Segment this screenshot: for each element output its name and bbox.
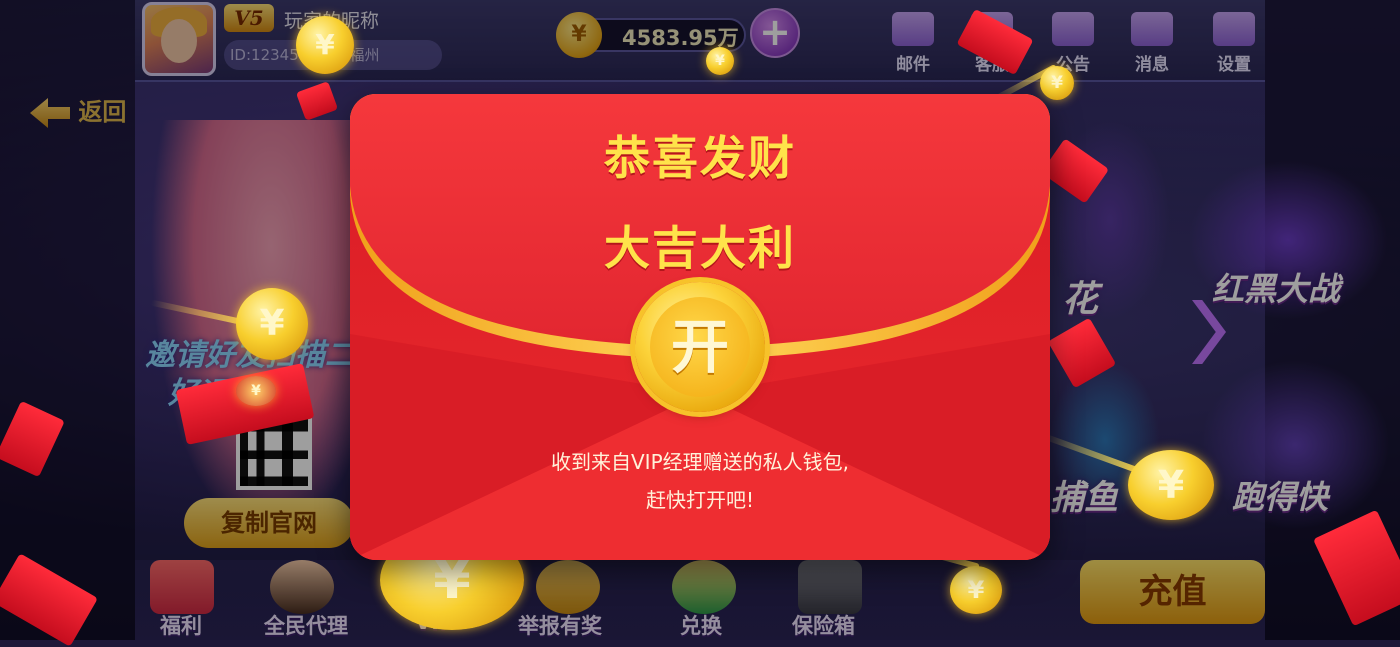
flying-coin: ¥ bbox=[236, 376, 276, 406]
flying-coin: ¥ bbox=[950, 566, 1002, 614]
envelope-title-line1: 恭喜发财 bbox=[604, 131, 796, 185]
flying-coin: ¥ bbox=[1128, 450, 1214, 520]
flying-coin: ¥ bbox=[236, 288, 308, 360]
red-envelope-modal: 恭喜发财 大吉大利 开 收到来自VIP经理赠送的私人钱包, 赶快打开吧! bbox=[350, 94, 1050, 560]
flying-coin: ¥ bbox=[706, 47, 734, 75]
envelope-message-line2: 赶快打开吧! bbox=[645, 488, 755, 512]
open-envelope-button[interactable]: 开 bbox=[635, 282, 765, 412]
open-envelope-label: 开 bbox=[650, 297, 750, 397]
envelope-title-line2: 大吉大利 bbox=[604, 221, 796, 275]
envelope-message-line1: 收到来自VIP经理赠送的私人钱包, bbox=[551, 450, 849, 474]
flying-coin: ¥ bbox=[296, 16, 354, 74]
